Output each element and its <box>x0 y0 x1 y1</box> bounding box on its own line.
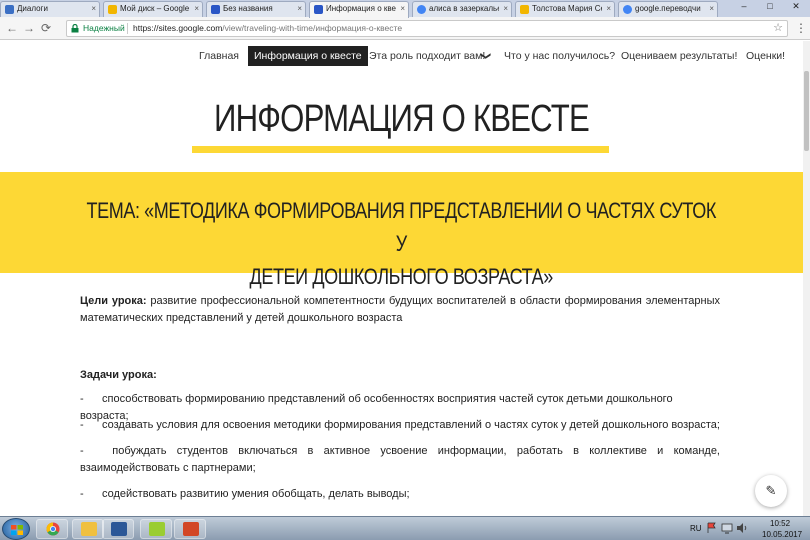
tab-tolstova[interactable]: Толстова Мария Сер × <box>515 1 615 17</box>
address-bar[interactable]: Надежный https://sites.google.com/view/t… <box>66 20 788 37</box>
word-icon <box>111 522 127 536</box>
nav-item-evaluate[interactable]: Оцениваем результаты! <box>621 46 737 66</box>
task-dash: - <box>80 393 84 405</box>
flag-tray-icon[interactable] <box>706 522 718 534</box>
tab-favicon <box>314 5 323 14</box>
close-window-button[interactable]: ✕ <box>784 0 808 14</box>
tab-label: Толстова Мария Сер <box>532 4 602 13</box>
taskbar-word[interactable] <box>102 519 134 539</box>
goals-text: развитие профессиональной компетентности… <box>80 295 720 324</box>
browser-toolbar: ← → ⟳ Надежный https://sites.google.com/… <box>0 17 810 40</box>
tab-label: Мой диск – Google Д <box>120 4 190 13</box>
star-icon[interactable]: ☆ <box>773 21 783 36</box>
task-item: - побуждать студентов включаться в актив… <box>80 443 720 477</box>
tab-label: Диалоги <box>17 4 48 13</box>
close-icon[interactable]: × <box>400 2 405 16</box>
tab-drive[interactable]: Мой диск – Google Д × <box>103 1 203 17</box>
tab-favicon <box>623 5 632 14</box>
back-icon[interactable]: ← <box>5 21 19 35</box>
reload-icon[interactable]: ⟳ <box>39 21 53 35</box>
close-icon[interactable]: × <box>194 2 199 16</box>
task-text: содействовать развитию умения обобщать, … <box>102 488 410 500</box>
task-text: создавать условия для освоения методики … <box>102 419 720 431</box>
close-icon[interactable]: × <box>297 2 302 16</box>
nav-item-home[interactable]: Главная <box>199 46 239 66</box>
tasks-heading: Задачи урока: <box>80 369 157 381</box>
task-item: - содействовать развитию умения обобщать,… <box>80 486 720 503</box>
forward-icon[interactable]: → <box>22 21 36 35</box>
task-dash: - <box>80 488 84 500</box>
task-item: - создавать условия для освоения методики… <box>80 417 720 434</box>
taskbar: RU 10:52 10.05.2017 <box>0 516 810 540</box>
tab-label: google.переводчи <box>635 4 701 13</box>
browser-menu-icon[interactable]: ⋮ <box>795 21 807 35</box>
chrome-icon <box>46 522 60 536</box>
nav-item-grades[interactable]: Оценки! <box>746 46 785 66</box>
start-button[interactable] <box>2 518 30 540</box>
tab-favicon <box>211 5 220 14</box>
page-title: ИНФОРМАЦИЯ О КВЕСТЕ <box>214 98 590 140</box>
tab-dialogs[interactable]: Диалоги × <box>0 1 100 17</box>
clock-date[interactable]: 10.05.2017 <box>762 529 802 540</box>
close-icon[interactable]: × <box>606 2 611 16</box>
tab-label: алиса в зазеркалье <box>429 4 499 13</box>
theme-line: ДЕТЕИ ДОШКОЛЬНОГО ВОЗРАСТА» <box>249 264 554 289</box>
tab-favicon <box>5 5 14 14</box>
tab-quest-info[interactable]: Информация о квесте × <box>309 1 409 18</box>
theme-heading: ТЕМА: «МЕТОДИКА ФОРМИРОВАНИЯ ПРЕДСТАВЛЕН… <box>80 194 723 293</box>
notes-icon <box>149 522 165 536</box>
presentation-icon <box>183 522 199 536</box>
task-dash: - <box>80 419 84 431</box>
page-scrollbar[interactable] <box>803 41 810 516</box>
omnibox-separator <box>127 23 128 34</box>
tab-favicon <box>520 5 529 14</box>
page: Главная Информация о квесте Эта роль под… <box>0 41 803 516</box>
taskbar-explorer[interactable] <box>72 519 104 539</box>
tab-label: Без названия <box>223 4 273 13</box>
lock-icon <box>71 24 79 33</box>
folder-icon <box>81 522 97 536</box>
tab-favicon <box>108 5 117 14</box>
network-tray-icon[interactable] <box>721 522 733 534</box>
goals-paragraph: Цели урока: развитие профессиональной ко… <box>80 293 720 327</box>
close-icon[interactable]: × <box>709 2 714 16</box>
scroll-thumb[interactable] <box>804 71 809 151</box>
goals-label: Цели урока: <box>80 295 147 307</box>
nav-item-results[interactable]: Что у нас получилось? <box>504 46 615 66</box>
tab-strip: Диалоги × Мой диск – Google Д × Без назв… <box>0 0 810 18</box>
theme-line: ТЕМА: «МЕТОДИКА ФОРМИРОВАНИЯ ПРЕДСТАВЛЕН… <box>86 198 717 256</box>
minimize-button[interactable]: – <box>732 0 756 14</box>
taskbar-presentation[interactable] <box>174 519 206 539</box>
tab-label: Информация о квесте <box>326 4 396 13</box>
close-icon[interactable]: × <box>503 2 508 16</box>
edit-button[interactable]: ✎ <box>755 475 787 507</box>
url-path: /view/traveling-with-time/информация-о-к… <box>222 23 403 33</box>
task-text: побуждать студентов включаться в активно… <box>80 445 720 474</box>
tab-alice[interactable]: алиса в зазеркалье × <box>412 1 512 17</box>
taskbar-notes[interactable] <box>140 519 172 539</box>
url-host: https://sites.google.com <box>133 23 223 33</box>
chevron-down-icon[interactable]: ❯ <box>475 52 495 60</box>
site-nav: Главная Информация о квесте Эта роль под… <box>0 46 803 66</box>
nav-item-quest-info[interactable]: Информация о квесте <box>248 46 368 66</box>
language-indicator[interactable]: RU <box>690 523 702 534</box>
tab-translate[interactable]: google.переводчи × <box>618 1 718 17</box>
nav-item-role[interactable]: Эта роль подходит вам! <box>369 46 485 66</box>
clock-time[interactable]: 10:52 <box>770 518 790 529</box>
maximize-button[interactable]: □ <box>758 0 782 14</box>
windows-logo-icon <box>11 525 23 535</box>
taskbar-chrome[interactable] <box>36 519 68 539</box>
theme-banner: ТЕМА: «МЕТОДИКА ФОРМИРОВАНИЯ ПРЕДСТАВЛЕН… <box>0 172 803 289</box>
task-dash: - <box>80 445 84 457</box>
tab-favicon <box>417 5 426 14</box>
tab-untitled[interactable]: Без названия × <box>206 1 306 17</box>
url-text[interactable]: https://sites.google.com/view/traveling-… <box>133 21 402 36</box>
title-underline <box>192 146 609 153</box>
volume-tray-icon[interactable] <box>736 522 748 534</box>
secure-label: Надежный <box>83 23 125 33</box>
close-icon[interactable]: × <box>91 2 96 16</box>
